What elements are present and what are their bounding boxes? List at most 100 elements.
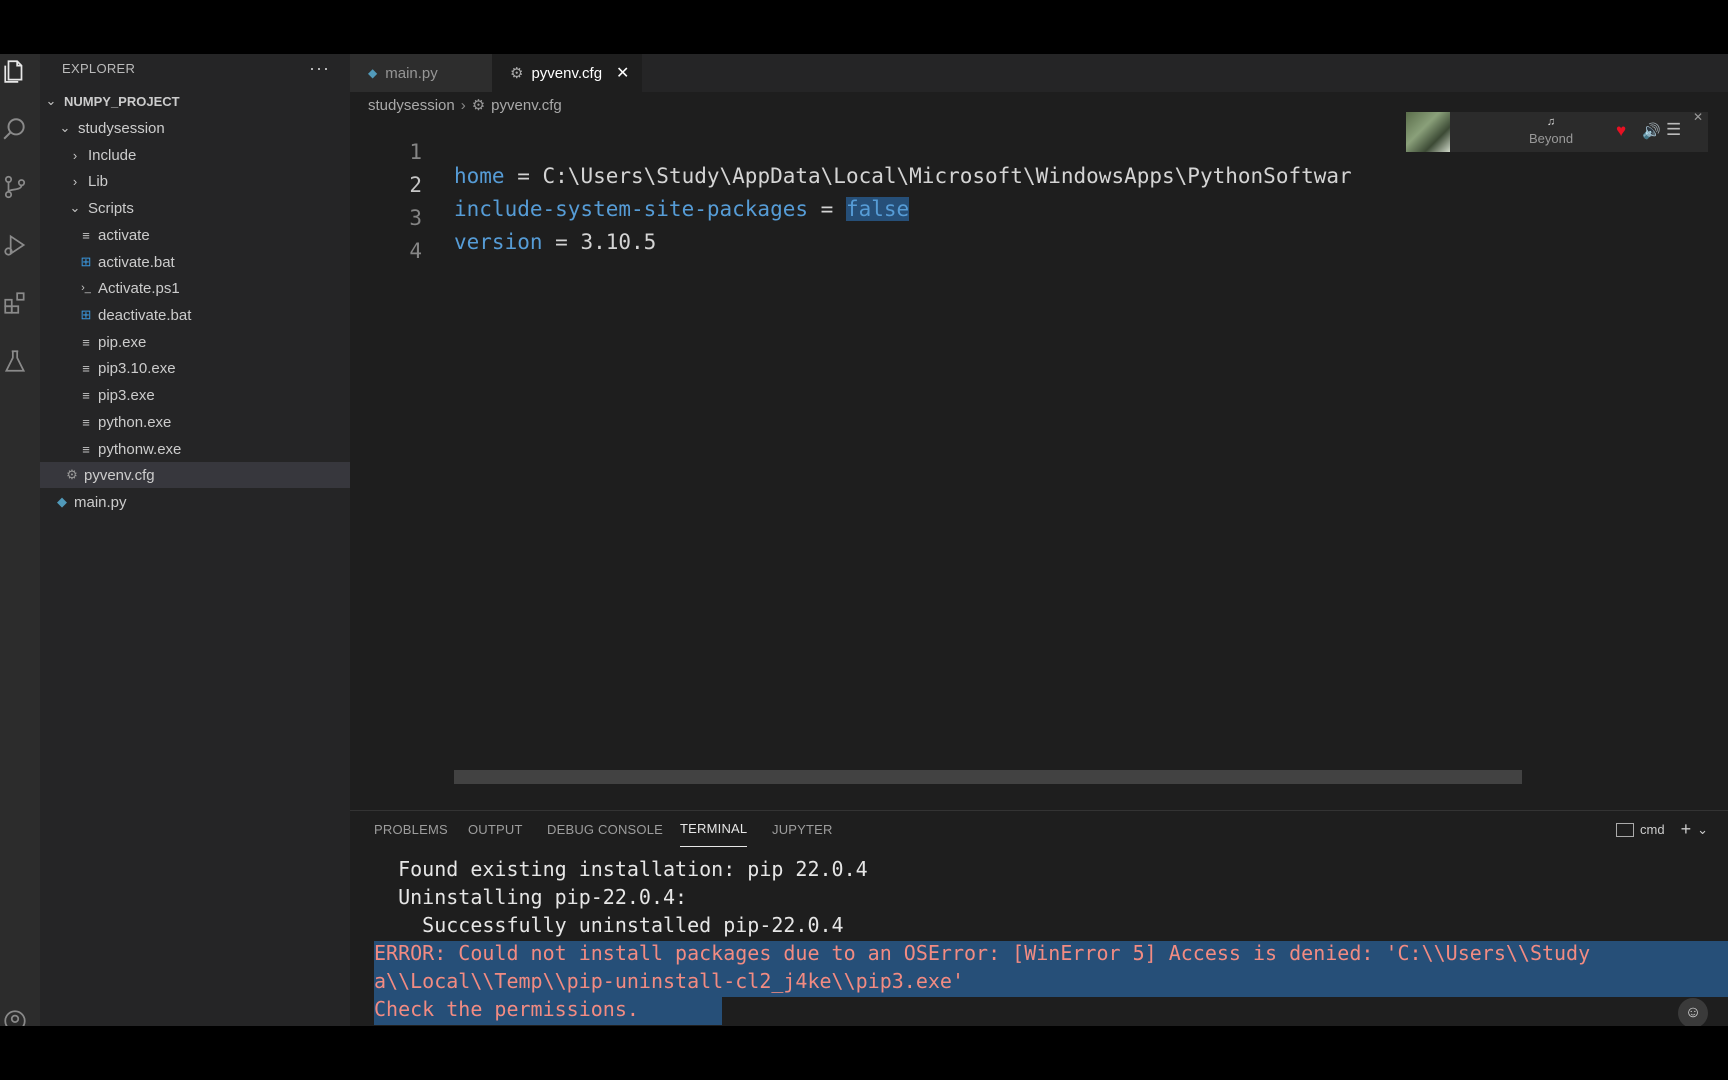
tree-file-python-exe[interactable]: ≡ python.exe: [40, 409, 350, 435]
chevron-down-icon: ⌄: [59, 120, 71, 135]
tab-debug-console[interactable]: DEBUG CONSOLE: [547, 811, 663, 847]
breadcrumb-file[interactable]: pyvenv.cfg: [491, 97, 562, 114]
tree-folder-studysession[interactable]: ⌄ studysession: [40, 115, 350, 141]
tree-item-label: Include: [88, 146, 137, 164]
terminal-line: Found existing installation: pip 22.0.4: [374, 857, 868, 881]
breadcrumb: studysession › ⚙ pyvenv.cfg: [368, 94, 562, 116]
tree-item-label: pip.exe: [98, 333, 147, 351]
tree-item-label: Lib: [88, 172, 109, 190]
tree-file-pip3-exe[interactable]: ≡ pip3.exe: [40, 382, 350, 408]
terminal-line: Successfully uninstalled pip-22.0.4: [374, 913, 844, 937]
file-text-icon: ≡: [82, 360, 90, 376]
terminal-shell-label[interactable]: cmd: [1640, 822, 1665, 837]
activity-bar: [0, 54, 40, 1026]
gear-icon: ⚙: [510, 65, 524, 82]
volume-icon[interactable]: 🔊: [1642, 122, 1661, 140]
tab-problems[interactable]: PROBLEMS: [374, 811, 448, 847]
tab-pyvenv-cfg[interactable]: ⚙ pyvenv.cfg ✕: [492, 54, 642, 92]
chevron-right-icon: ›: [460, 96, 466, 114]
file-text-icon: ≡: [82, 414, 90, 430]
file-text-icon: ≡: [82, 227, 90, 243]
code-line: 3 version = 3.10.5: [350, 182, 1728, 254]
tree-file-pythonw-exe[interactable]: ≡ pythonw.exe: [40, 436, 350, 462]
panel-actions: cmd + ⌄: [1616, 819, 1708, 840]
tab-label: pyvenv.cfg: [531, 64, 603, 82]
file-text-icon: ≡: [82, 387, 90, 403]
tree-file-activate-bat[interactable]: ⊞ activate.bat: [40, 249, 350, 275]
add-terminal-icon[interactable]: +: [1681, 819, 1692, 840]
code-line: 4: [350, 215, 1728, 263]
tree-folder-scripts[interactable]: ⌄ Scripts: [40, 195, 350, 221]
run-debug-icon[interactable]: [0, 230, 30, 260]
tab-main-py[interactable]: ◆ main.py: [350, 54, 492, 92]
tree-file-pyvenv-cfg[interactable]: ⚙ pyvenv.cfg: [40, 462, 350, 488]
close-icon[interactable]: ✕: [1693, 110, 1703, 124]
terminal-icon: [1616, 822, 1635, 837]
terminal-error-line: ERROR: Could not install packages due to…: [374, 941, 1728, 969]
tree-file-deactivate-bat[interactable]: ⊞ deactivate.bat: [40, 302, 350, 328]
tree-file-pip-exe[interactable]: ≡ pip.exe: [40, 329, 350, 355]
tree-item-label: NUMPY_PROJECT: [64, 93, 180, 109]
track-title: Beyond: [1528, 131, 1574, 146]
code-editor[interactable]: 1 home = C:\Users\Study\AppData\Local\Mi…: [350, 116, 1728, 856]
more-actions-icon[interactable]: ···: [309, 58, 330, 79]
account-icon[interactable]: [0, 1006, 30, 1026]
music-note-icon: ♫: [1546, 116, 1556, 128]
tab-terminal[interactable]: TERMINAL: [680, 811, 748, 847]
windows-icon: ⊞: [80, 307, 92, 322]
tree-item-label: Activate.ps1: [98, 279, 180, 297]
tree-item-label: pyvenv.cfg: [84, 466, 155, 484]
tree-file-main-py[interactable]: ◆ main.py: [40, 489, 350, 515]
tree-folder-include[interactable]: › Include: [40, 142, 350, 168]
terminal-error-line: Check the permissions.: [374, 997, 722, 1025]
testing-icon[interactable]: [0, 346, 30, 376]
line-number: 4: [409, 239, 422, 263]
python-icon: ◆: [57, 494, 67, 509]
gear-icon: ⚙: [471, 97, 486, 114]
extensions-icon[interactable]: [0, 288, 30, 318]
tree-item-label: pythonw.exe: [98, 440, 182, 458]
avatar: ☺: [1678, 998, 1708, 1026]
chevron-right-icon: ›: [72, 147, 78, 163]
chevron-down-icon: ⌄: [69, 200, 81, 215]
tree-item-label: studysession: [78, 119, 165, 137]
chevron-down-icon: ⌄: [45, 93, 57, 108]
explorer-icon[interactable]: [0, 56, 30, 86]
tree-file-activate-ps1[interactable]: ›_ Activate.ps1: [40, 275, 350, 301]
code-line: 2 include-system-site-packages = false: [350, 149, 1728, 221]
gear-icon: ⚙: [66, 467, 78, 482]
tree-item-label: activate: [98, 226, 150, 244]
album-art: [1406, 112, 1450, 152]
tree-root-numpy-project[interactable]: ⌄ NUMPY_PROJECT: [40, 88, 350, 114]
windows-icon: ⊞: [80, 254, 92, 269]
tab-jupyter[interactable]: JUPYTER: [772, 811, 833, 847]
tree-file-activate[interactable]: ≡ activate: [40, 222, 350, 248]
search-icon[interactable]: [0, 114, 30, 144]
tab-output[interactable]: OUTPUT: [468, 811, 523, 847]
chevron-down-icon[interactable]: ⌄: [1697, 822, 1708, 838]
breadcrumb-folder[interactable]: studysession: [368, 97, 455, 114]
vscode-window: EXPLORER ··· ⌄ NUMPY_PROJECT ⌄ studysess…: [0, 54, 1728, 1026]
close-icon[interactable]: ✕: [616, 63, 629, 83]
tree-item-label: Scripts: [88, 199, 134, 217]
tab-label: main.py: [385, 64, 438, 82]
tree-file-pip310-exe[interactable]: ≡ pip3.10.exe: [40, 355, 350, 381]
tree-item-label: python.exe: [98, 413, 172, 431]
media-player-overlay[interactable]: ♫ Beyond ♥ 🔊 ☰ ✕: [1406, 110, 1708, 152]
bottom-panel: PROBLEMS OUTPUT DEBUG CONSOLE TERMINAL J…: [350, 810, 1728, 1026]
tree-item-label: pip3.10.exe: [98, 359, 176, 377]
terminal-error-line: a\\Local\\Temp\\pip-uninstall-cl2_j4ke\\…: [374, 969, 1728, 997]
explorer-header: EXPLORER: [62, 60, 136, 76]
tree-item-label: activate.bat: [98, 253, 175, 271]
source-control-icon[interactable]: [0, 172, 30, 202]
horizontal-scrollbar[interactable]: [454, 770, 1522, 784]
chevron-right-icon: ›: [72, 173, 78, 189]
playlist-icon[interactable]: ☰: [1666, 120, 1681, 140]
heart-icon[interactable]: ♥: [1616, 121, 1626, 141]
file-text-icon: ≡: [82, 441, 90, 457]
editor-tab-bar: ◆ main.py ⚙ pyvenv.cfg ✕: [350, 54, 1728, 92]
powershell-icon: ›_: [81, 282, 91, 294]
explorer-sidebar: EXPLORER ··· ⌄ NUMPY_PROJECT ⌄ studysess…: [40, 54, 350, 1026]
tree-item-label: deactivate.bat: [98, 306, 192, 324]
tree-folder-lib[interactable]: › Lib: [40, 168, 350, 194]
